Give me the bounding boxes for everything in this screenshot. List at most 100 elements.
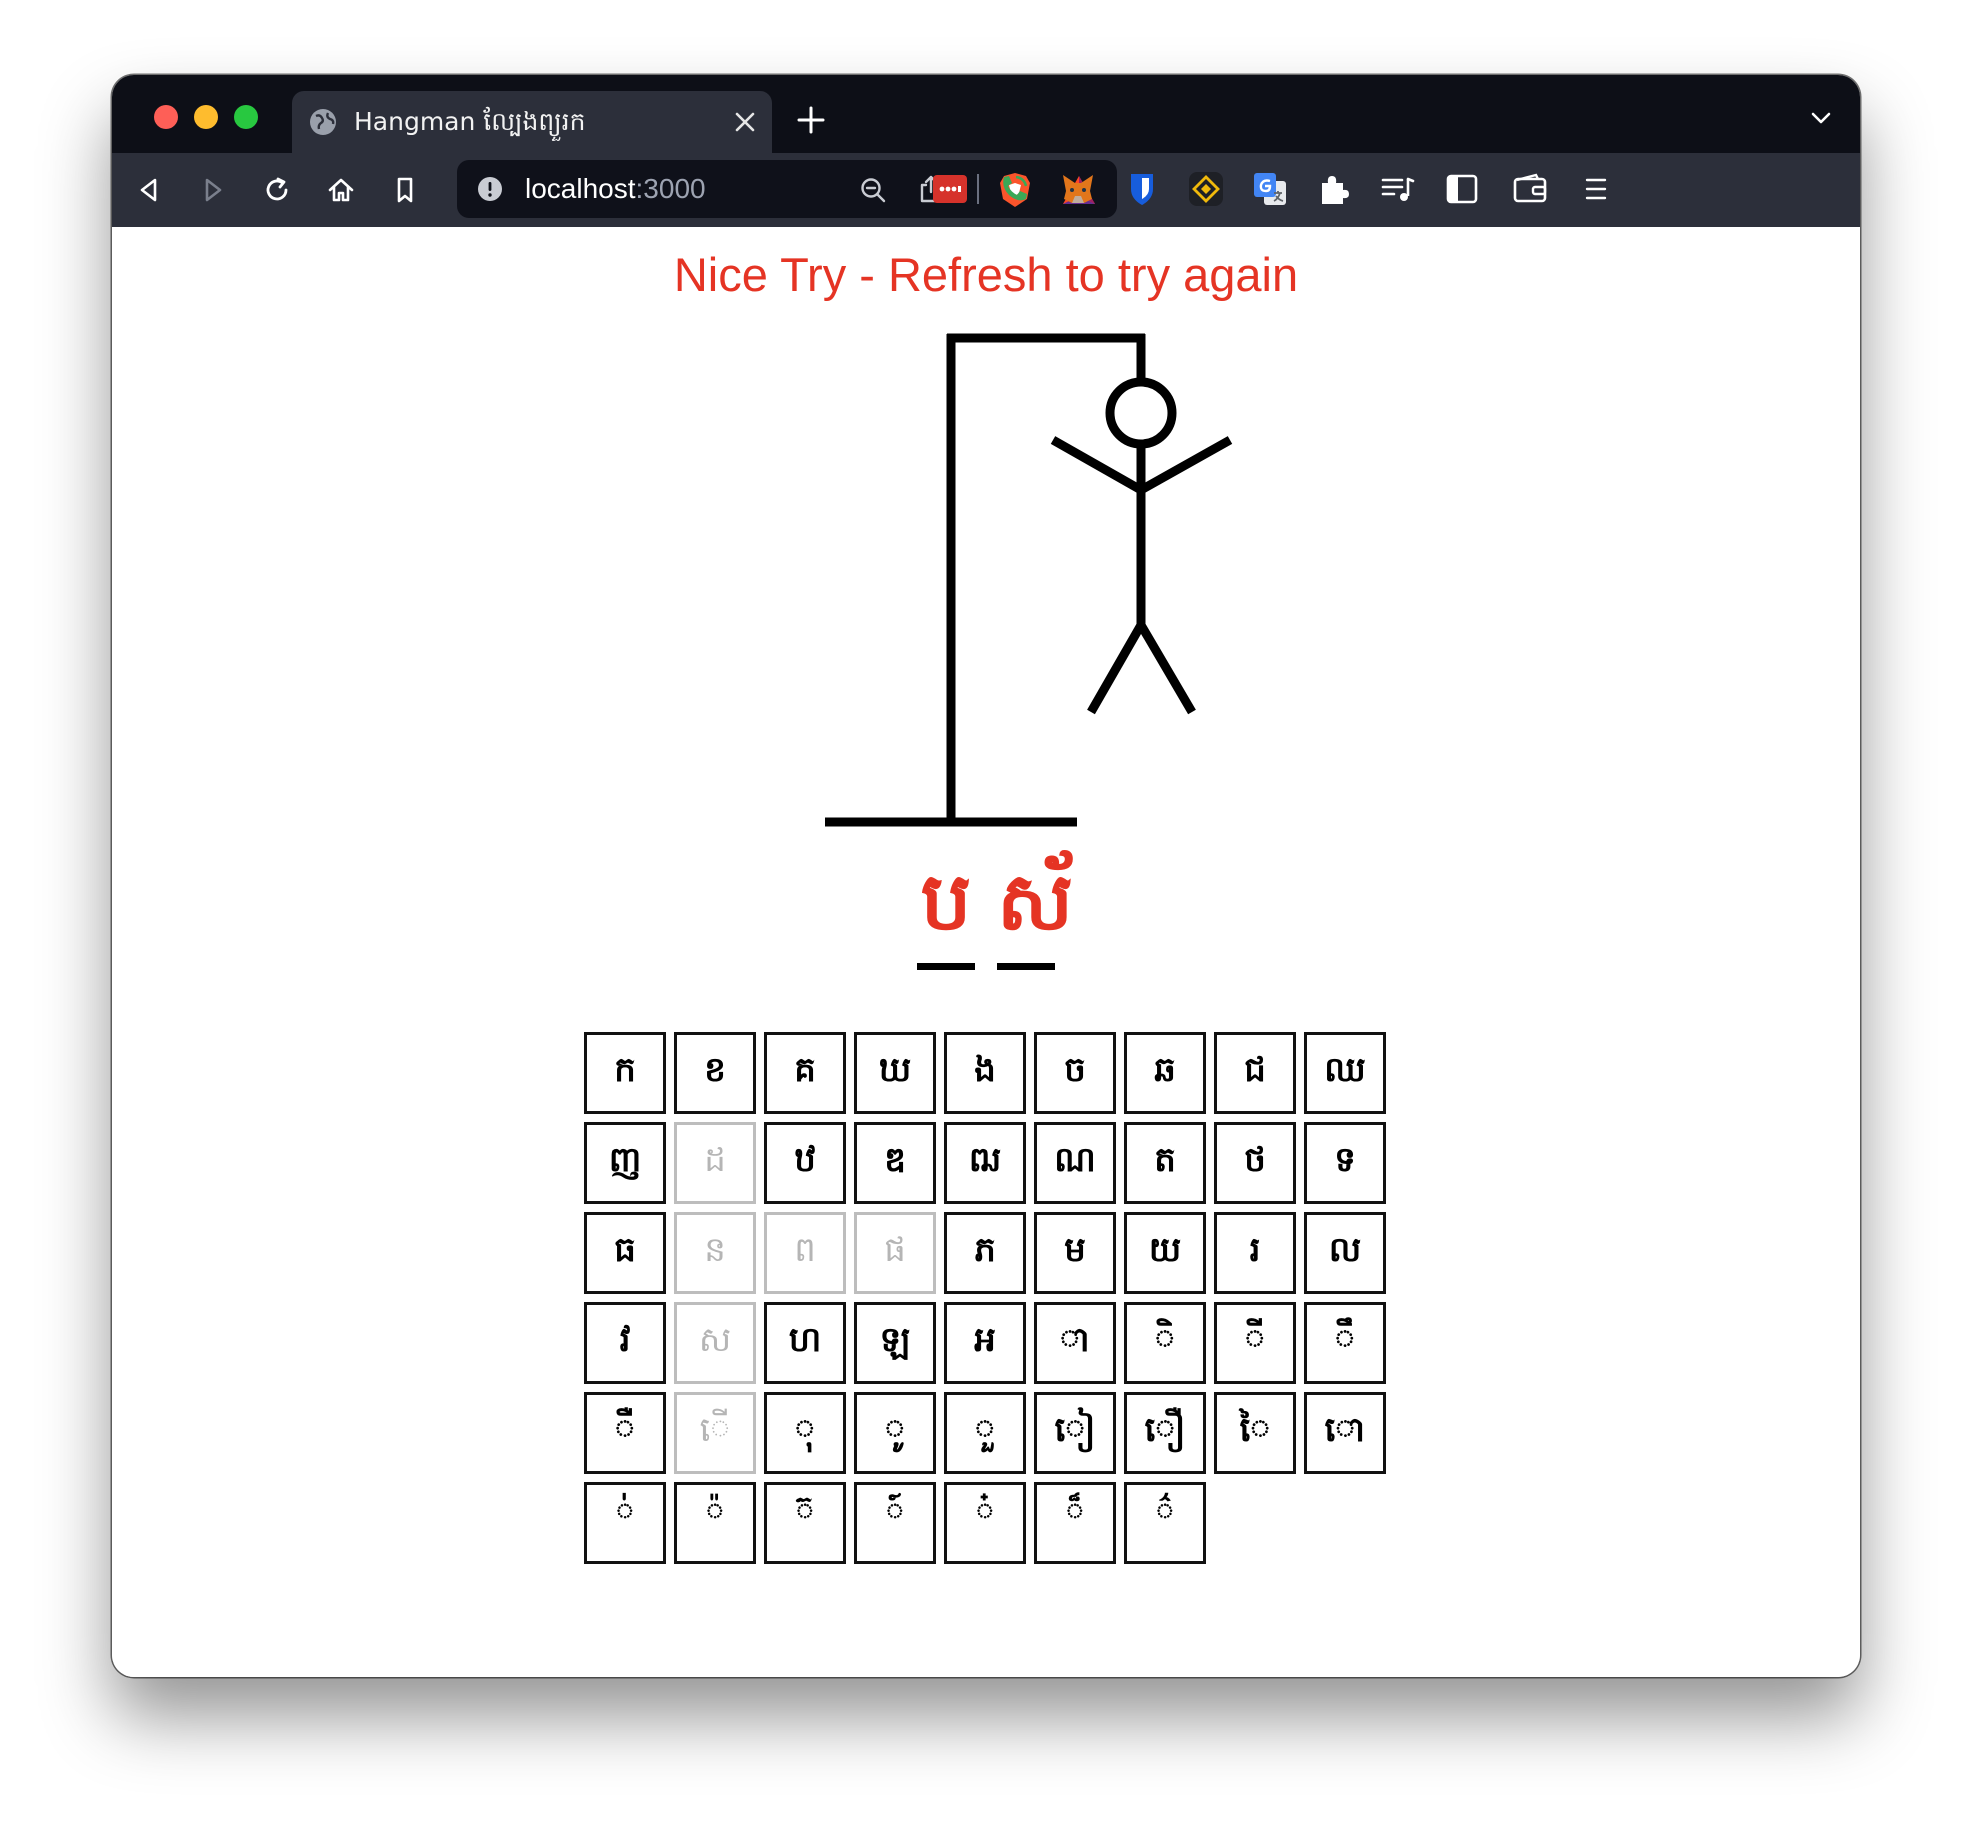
letter-key[interactable]: ឆ [1124, 1032, 1206, 1114]
url-host: localhost [525, 173, 636, 204]
google-translate-icon[interactable] [1252, 171, 1288, 207]
hangman-left-arm [1050, 436, 1144, 494]
word-letter: ស័ [997, 855, 1074, 948]
back-icon[interactable] [134, 175, 164, 205]
letter-key[interactable]: ៍ [854, 1482, 936, 1564]
letter-key[interactable]: ឺ [584, 1392, 666, 1474]
close-tab-icon[interactable] [734, 111, 756, 133]
letter-key[interactable]: ត [1124, 1122, 1206, 1204]
secret-word: ប ស័ [112, 847, 1860, 977]
word-letter-slot: ប [917, 847, 975, 977]
extensions-puzzle-icon[interactable] [1316, 171, 1352, 207]
letter-key[interactable]: ៌ [1124, 1482, 1206, 1564]
chevron-down-icon[interactable] [1810, 109, 1832, 127]
letter-key[interactable]: ោ [1304, 1392, 1386, 1474]
letter-key[interactable]: ខ [674, 1032, 756, 1114]
letter-key[interactable]: ហ [764, 1302, 846, 1384]
media-playlist-icon[interactable] [1380, 171, 1416, 207]
page-content: Nice Try - Refresh to try again បស័ កខគឃ… [112, 227, 1860, 1677]
letter-key-used: ើ [674, 1392, 756, 1474]
wallet-icon[interactable] [1512, 171, 1548, 207]
dots-extension-icon[interactable] [932, 171, 968, 207]
letter-key[interactable]: ធ [584, 1212, 666, 1294]
letter-key-used: ដ [674, 1122, 756, 1204]
letter-key[interactable]: ី [1214, 1302, 1296, 1384]
binance-wallet-icon[interactable] [1188, 171, 1224, 207]
bitwarden-shield-icon[interactable] [1124, 171, 1160, 207]
letter-key[interactable]: ច [1034, 1032, 1116, 1114]
letter-key[interactable]: ុ [764, 1392, 846, 1474]
letter-key[interactable]: ឡ [854, 1302, 936, 1384]
browser-tab[interactable]: Hangman ល្បែងព្យួរក [292, 91, 772, 153]
hangman-right-leg [1137, 622, 1196, 715]
tab-title: Hangman ល្បែងព្យួរក [354, 107, 586, 136]
word-letter-slot: ស័ [997, 847, 1074, 977]
browser-window: Hangman ល្បែងព្យួរក localhost:3000 Nice … [112, 75, 1860, 1677]
metamask-fox-icon[interactable] [1060, 171, 1096, 207]
letter-key[interactable]: វ [584, 1302, 666, 1384]
letter-key[interactable]: ណ [1034, 1122, 1116, 1204]
letter-key[interactable]: ញ [584, 1122, 666, 1204]
close-window-button[interactable] [154, 105, 178, 129]
hangman-drawing [825, 333, 1233, 827]
minimize-window-button[interactable] [194, 105, 218, 129]
letter-key[interactable]: ៀ [1034, 1392, 1116, 1474]
word-letter-underline [997, 963, 1055, 970]
site-info-icon[interactable] [477, 176, 503, 202]
letter-key[interactable]: ឿ [1124, 1392, 1206, 1474]
letter-key-used: ផ [854, 1212, 936, 1294]
letter-key[interactable]: អ [944, 1302, 1026, 1384]
letter-key[interactable]: ថ [1214, 1122, 1296, 1204]
letter-key[interactable]: ា [1034, 1302, 1116, 1384]
forward-icon[interactable] [198, 175, 228, 205]
letter-key[interactable]: ៏ [1034, 1482, 1116, 1564]
hangman-head [1105, 377, 1177, 449]
letter-key[interactable]: ទ [1304, 1122, 1386, 1204]
letter-key[interactable]: ៊ [764, 1482, 846, 1564]
letter-key[interactable]: ិ [1124, 1302, 1206, 1384]
hangman-left-leg [1087, 622, 1145, 715]
letter-key[interactable]: ៎ [944, 1482, 1026, 1564]
letter-key-used: ន [674, 1212, 756, 1294]
bookmark-icon[interactable] [390, 175, 420, 205]
address-bar-separator [977, 174, 979, 204]
zoom-window-button[interactable] [234, 105, 258, 129]
home-icon[interactable] [326, 175, 356, 205]
letter-key[interactable]: រ [1214, 1212, 1296, 1294]
menu-icon[interactable] [1578, 171, 1614, 207]
letter-key[interactable]: ឈ [1304, 1032, 1386, 1114]
zoom-out-icon[interactable] [859, 176, 887, 204]
sidebar-icon[interactable] [1444, 171, 1480, 207]
letter-key[interactable]: ជ [1214, 1032, 1296, 1114]
url-port: :3000 [635, 173, 706, 204]
globe-icon [310, 109, 336, 135]
letter-key[interactable]: ឹ [1304, 1302, 1386, 1384]
tab-strip: Hangman ល្បែងព្យួរក [112, 75, 1860, 153]
letter-key[interactable]: ួ [944, 1392, 1026, 1474]
reload-icon[interactable] [262, 175, 292, 205]
letter-key[interactable]: ង [944, 1032, 1026, 1114]
url-text[interactable]: localhost:3000 [525, 173, 706, 205]
letter-key[interactable]: ូ [854, 1392, 936, 1474]
browser-toolbar: localhost:3000 [112, 153, 1860, 227]
letter-key[interactable]: ៉ [674, 1482, 756, 1564]
letter-key[interactable]: ឋ [764, 1122, 846, 1204]
word-letter-underline [917, 963, 975, 970]
letter-key[interactable]: ម [1034, 1212, 1116, 1294]
letter-keyboard: កខគឃងចឆជឈញដឋឌឍណតថទធនពផភមយរលវសហឡអាិីឹឺើុូ… [584, 1032, 1392, 1564]
letter-key-used: ស [674, 1302, 756, 1384]
letter-key[interactable]: ក [584, 1032, 666, 1114]
letter-key[interactable]: ៃ [1214, 1392, 1296, 1474]
letter-key[interactable]: ់ [584, 1482, 666, 1564]
letter-key[interactable]: គ [764, 1032, 846, 1114]
hangman-right-arm [1138, 436, 1233, 494]
letter-key[interactable]: យ [1124, 1212, 1206, 1294]
letter-key[interactable]: ល [1304, 1212, 1386, 1294]
phone-extension-icon[interactable] [996, 171, 1032, 207]
letter-key[interactable]: ឌ [854, 1122, 936, 1204]
letter-key[interactable]: ភ [944, 1212, 1026, 1294]
letter-key-used: ព [764, 1212, 846, 1294]
new-tab-icon[interactable] [796, 105, 826, 135]
letter-key[interactable]: ឃ [854, 1032, 936, 1114]
letter-key[interactable]: ឍ [944, 1122, 1026, 1204]
